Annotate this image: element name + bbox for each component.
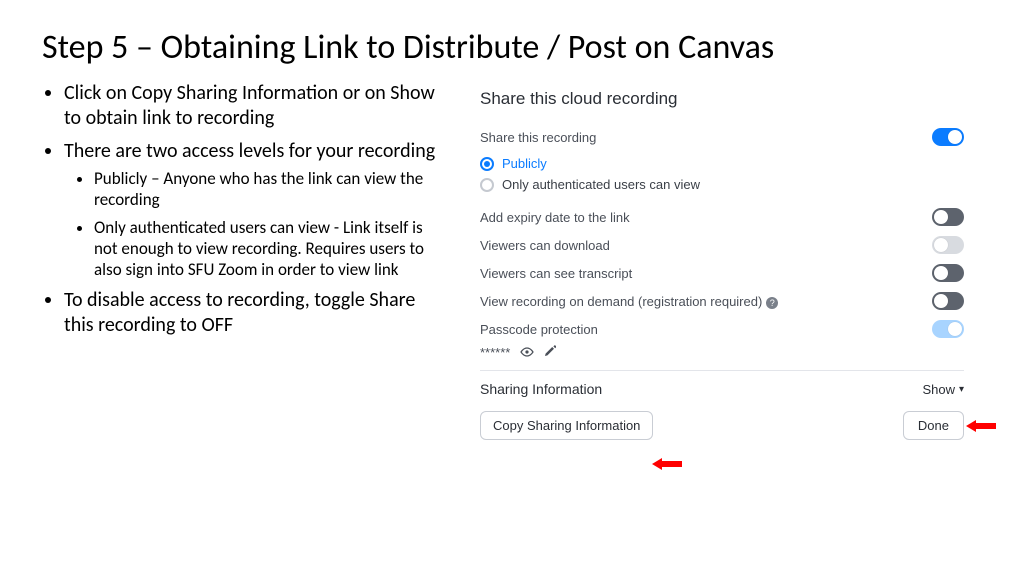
ondemand-toggle[interactable]	[932, 292, 964, 310]
bullet-2a: Publicly – Anyone who has the link can v…	[94, 168, 442, 211]
show-text: Show	[922, 382, 955, 397]
radio-publicly-label: Publicly	[502, 156, 547, 171]
radio-icon	[480, 178, 494, 192]
panel-title: Share this cloud recording	[480, 89, 964, 109]
copy-sharing-info-button[interactable]: Copy Sharing Information	[480, 411, 653, 440]
expiry-label: Add expiry date to the link	[480, 210, 630, 225]
transcript-toggle[interactable]	[932, 264, 964, 282]
bullet-2-text: There are two access levels for your rec…	[64, 139, 435, 163]
bullet-1: Click on Copy Sharing Information or on …	[64, 81, 442, 131]
divider	[480, 370, 964, 371]
radio-publicly[interactable]: Publicly	[480, 153, 964, 174]
bullet-2b: Only authenticated users can view - Link…	[94, 217, 442, 281]
ondemand-text: View recording on demand (registration r…	[480, 294, 762, 309]
radio-authenticated-label: Only authenticated users can view	[502, 177, 700, 192]
share-recording-label: Share this recording	[480, 130, 596, 145]
share-recording-toggle[interactable]	[932, 128, 964, 146]
passcode-label: Passcode protection	[480, 322, 598, 337]
instruction-text: Click on Copy Sharing Information or on …	[42, 81, 442, 548]
show-link[interactable]: Show ▾	[922, 382, 964, 397]
pencil-icon[interactable]	[544, 345, 556, 360]
bullet-2: There are two access levels for your rec…	[64, 139, 442, 280]
passcode-masked: ******	[480, 345, 510, 360]
help-icon[interactable]: ?	[766, 297, 778, 309]
passcode-toggle[interactable]	[932, 320, 964, 338]
radio-icon	[480, 157, 494, 171]
zoom-share-panel: Share this cloud recording Share this re…	[462, 83, 982, 440]
sharing-info-label: Sharing Information	[480, 381, 602, 397]
download-label: Viewers can download	[480, 238, 610, 253]
chevron-down-icon: ▾	[959, 384, 964, 395]
bullet-3: To disable access to recording, toggle S…	[64, 288, 442, 338]
radio-authenticated[interactable]: Only authenticated users can view	[480, 174, 964, 195]
ondemand-label: View recording on demand (registration r…	[480, 294, 778, 309]
expiry-toggle[interactable]	[932, 208, 964, 226]
transcript-label: Viewers can see transcript	[480, 266, 632, 281]
slide-title: Step 5 – Obtaining Link to Distribute / …	[42, 28, 982, 67]
eye-icon[interactable]	[520, 346, 534, 360]
annotation-arrow-copy	[652, 457, 682, 471]
annotation-arrow-show	[966, 419, 996, 433]
download-toggle[interactable]	[932, 236, 964, 254]
done-button[interactable]: Done	[903, 411, 964, 440]
